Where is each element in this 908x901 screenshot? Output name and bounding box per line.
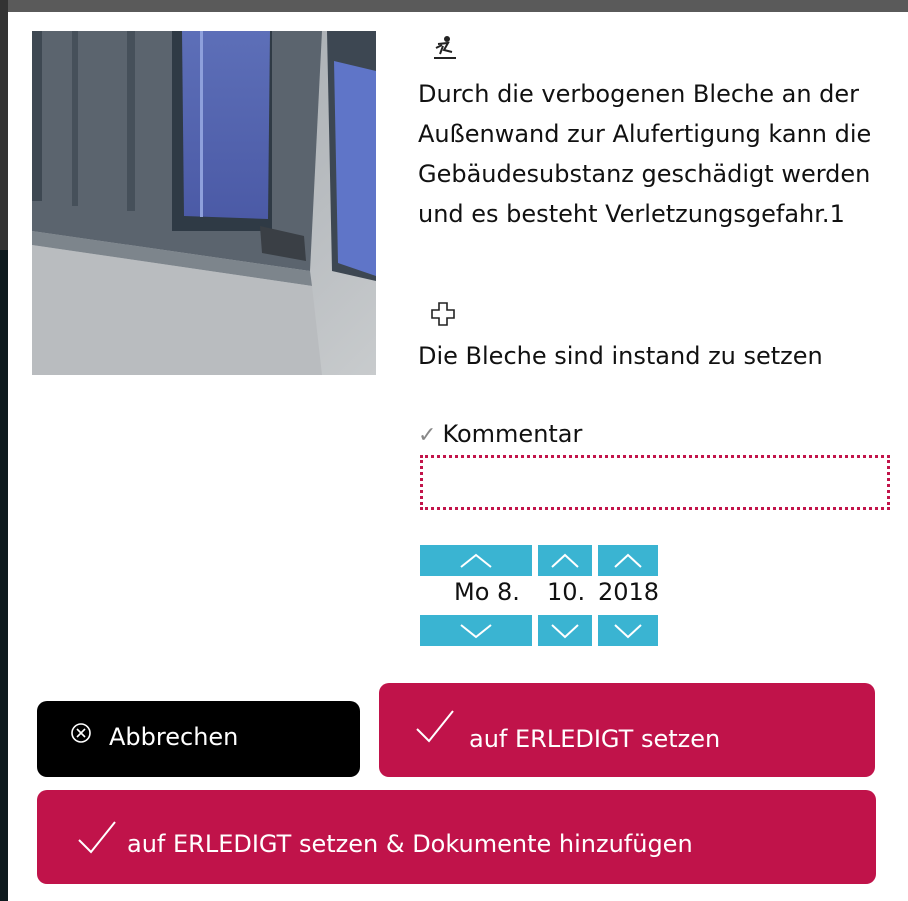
mark-done-add-documents-button-label: auf ERLEDIGT setzen & Dokumente hinzufüg… bbox=[127, 830, 693, 858]
month-up-button[interactable] bbox=[538, 545, 592, 576]
date-month: 10. bbox=[547, 578, 586, 606]
chevron-down-icon bbox=[614, 623, 642, 638]
month-down-button[interactable] bbox=[538, 615, 592, 646]
chevron-down-icon bbox=[551, 623, 579, 638]
backdrop-top bbox=[0, 0, 908, 12]
date-day: Mo 8. bbox=[454, 578, 520, 606]
year-up-button[interactable] bbox=[598, 545, 658, 576]
chevron-up-icon bbox=[551, 553, 579, 568]
plus-outline-icon bbox=[431, 302, 455, 326]
chevron-down-icon bbox=[460, 623, 492, 638]
cancel-button[interactable]: Abbrechen bbox=[37, 701, 360, 777]
cancel-circle-icon bbox=[71, 723, 91, 743]
hazard-description: Durch die verbogenen Bleche an der Außen… bbox=[418, 80, 872, 228]
day-down-button[interactable] bbox=[420, 615, 532, 646]
comment-label: ✓ Kommentar bbox=[418, 414, 582, 456]
measure-description: Die Bleche sind instand zu setzen bbox=[418, 342, 823, 370]
day-up-button[interactable] bbox=[420, 545, 532, 576]
year-down-button[interactable] bbox=[598, 615, 658, 646]
mark-done-button-label: auf ERLEDIGT setzen bbox=[469, 725, 721, 753]
date-year: 2018 bbox=[598, 578, 660, 606]
hazard-photo bbox=[32, 31, 376, 375]
comment-label-text: Kommentar bbox=[442, 420, 583, 448]
mark-done-button[interactable]: auf ERLEDIGT setzen bbox=[379, 683, 875, 777]
hazard-person-icon bbox=[434, 36, 456, 59]
chevron-up-icon bbox=[614, 553, 642, 568]
chevron-up-icon bbox=[460, 553, 492, 568]
check-icon: ✓ bbox=[418, 423, 437, 448]
cancel-button-label: Abbrechen bbox=[109, 723, 239, 751]
comment-input[interactable] bbox=[420, 455, 890, 510]
complete-task-dialog: Durch die verbogenen Bleche an der Außen… bbox=[8, 12, 908, 901]
backdrop-left-dark bbox=[0, 250, 8, 901]
checkmark-icon bbox=[78, 821, 116, 854]
mark-done-add-documents-button[interactable]: auf ERLEDIGT setzen & Dokumente hinzufüg… bbox=[37, 790, 876, 884]
checkmark-icon bbox=[416, 710, 454, 743]
